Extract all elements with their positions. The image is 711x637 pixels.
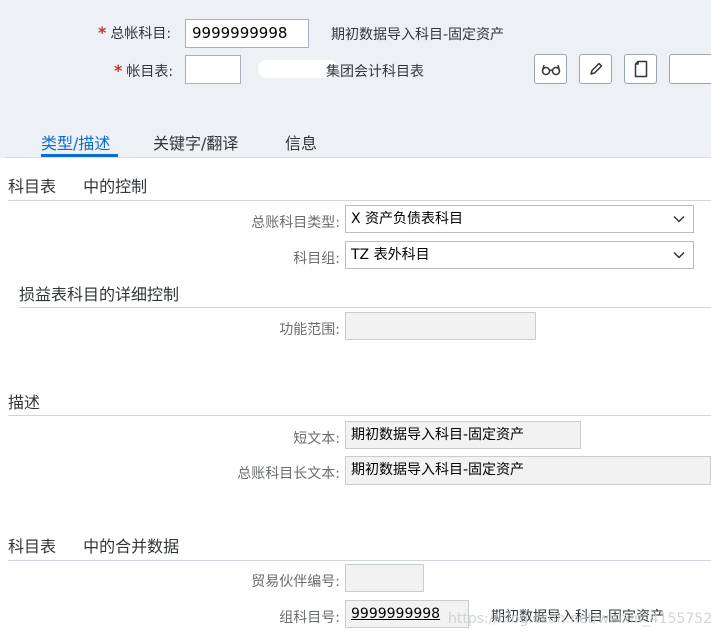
document-icon [634, 60, 648, 78]
edit-button[interactable] [579, 54, 612, 84]
chevron-down-icon [673, 215, 685, 223]
functional-area-field[interactable] [345, 312, 536, 340]
display-button[interactable] [534, 54, 567, 84]
gl-account-description: 期初数据导入科目-固定资产 [331, 27, 505, 43]
long-text-label: 总账科目长文本: [237, 466, 340, 482]
trading-partner-field[interactable] [345, 564, 424, 592]
more-button[interactable] [669, 54, 711, 84]
glasses-icon [541, 62, 561, 76]
tab-keywords-translation[interactable]: 关键字/翻译 [153, 130, 238, 154]
short-text-field[interactable]: 期初数据导入科目-固定资产 [345, 421, 581, 449]
chart-of-accounts-label: * 帐目表: [114, 61, 173, 81]
section-title-consolidation: 科目表 中的合并数据 [8, 533, 179, 557]
section-divider [19, 307, 711, 308]
section-title-description: 描述 [8, 393, 41, 412]
required-marker: * [98, 23, 107, 42]
required-marker: * [114, 61, 123, 80]
section-title-pl-detail: 损益表科目的详细控制 [19, 285, 180, 304]
account-type-label: 总账科目类型: [251, 215, 340, 231]
account-group-value: TZ 表外科目 [351, 247, 430, 263]
short-text-label: 短文本: [293, 431, 340, 447]
chart-of-accounts-field[interactable] [185, 55, 241, 84]
section-title-left: 科目表 [8, 177, 57, 196]
pencil-icon [588, 61, 604, 77]
gl-account-label-text: 总帐科目: [110, 26, 172, 42]
tab-type-description[interactable]: 类型/描述 [41, 130, 110, 154]
account-group-label: 科目组: [293, 251, 340, 267]
chart-of-accounts-description: 集团会计科目表 [326, 64, 424, 80]
group-account-label: 组科目号: [279, 610, 340, 626]
functional-area-label: 功能范围: [279, 322, 340, 338]
gl-account-field[interactable]: 9999999998 [185, 19, 309, 48]
section-title-right: 中的合并数据 [83, 537, 180, 556]
chart-label-text: 帐目表: [126, 64, 174, 80]
section-title-control: 科目表 中的控制 [8, 173, 147, 197]
section-divider [8, 200, 711, 201]
section-divider [8, 415, 711, 416]
account-type-value: X 资产负债表科目 [351, 211, 464, 227]
trading-partner-label: 贸易伙伴编号: [251, 574, 340, 590]
group-account-value[interactable]: 9999999998 [351, 606, 440, 622]
section-title-right: 中的控制 [83, 177, 148, 196]
account-group-select[interactable]: TZ 表外科目 [345, 241, 694, 269]
gl-account-label: * 总帐科目: [98, 23, 171, 43]
chevron-down-icon [673, 251, 685, 259]
tabbar-divider [5, 157, 711, 158]
section-title-left: 科目表 [8, 537, 57, 556]
long-text-field[interactable]: 期初数据导入科目-固定资产 [345, 456, 711, 485]
tab-information[interactable]: 信息 [285, 130, 317, 154]
section-divider [8, 560, 711, 561]
account-type-select[interactable]: X 资产负债表科目 [345, 205, 694, 233]
copy-button[interactable] [624, 54, 657, 84]
watermark: https://blog.csdn.net/weixin_41557526 [448, 611, 711, 627]
